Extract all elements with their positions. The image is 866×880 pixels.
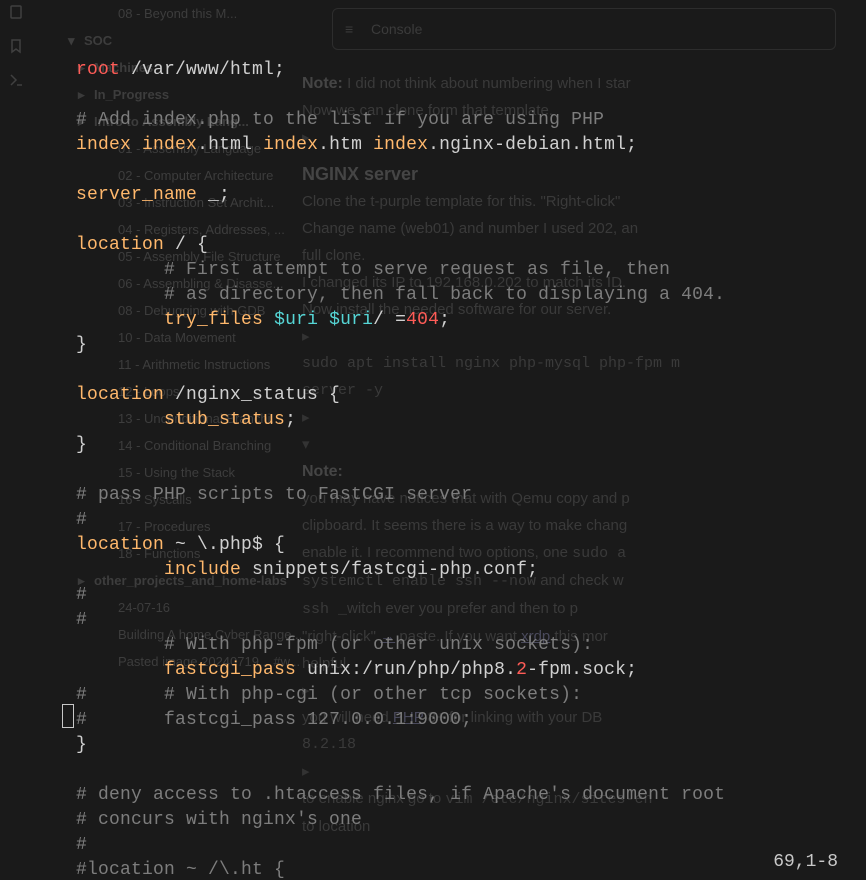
code-line: location ~ \.php$ { xyxy=(32,533,866,558)
code-line xyxy=(32,158,866,183)
code-line: try_files $uri $uri/ =404; xyxy=(32,308,866,333)
code-line: } xyxy=(32,333,866,358)
code-line xyxy=(32,758,866,783)
code-line: # xyxy=(32,608,866,633)
code-line xyxy=(32,208,866,233)
code-line: # xyxy=(32,508,866,533)
code-line: # xyxy=(32,833,866,858)
code-line: # First attempt to serve request as file… xyxy=(32,258,866,283)
terminal-vim-editor[interactable]: root /var/www/html; # Add index.php to t… xyxy=(0,0,866,880)
code-line: # concurs with nginx's one xyxy=(32,808,866,833)
code-line: include snippets/fastcgi-php.conf; xyxy=(32,558,866,583)
code-line: location / { xyxy=(32,233,866,258)
code-line: stub_status; xyxy=(32,408,866,433)
code-line: } xyxy=(32,733,866,758)
code-line: # as directory, then fall back to displa… xyxy=(32,283,866,308)
code-line: fastcgi_pass unix:/run/php/php8.2-fpm.so… xyxy=(32,658,866,683)
code-line: # # With php-cgi (or other tcp sockets): xyxy=(32,683,866,708)
code-line: root /var/www/html; xyxy=(32,58,866,83)
code-line: # xyxy=(32,583,866,608)
code-line: server_name _; xyxy=(32,183,866,208)
code-line: # With php-fpm (or other unix sockets): xyxy=(32,633,866,658)
code-line: # Add index.php to the list if you are u… xyxy=(32,108,866,133)
code-line xyxy=(32,358,866,383)
code-line: } xyxy=(32,433,866,458)
code-line: # deny access to .htaccess files, if Apa… xyxy=(32,783,866,808)
code-line xyxy=(32,83,866,108)
vim-cursor xyxy=(63,705,73,727)
vim-ruler-status: 69,1-8 xyxy=(773,852,838,872)
code-line: # pass PHP scripts to FastCGI server xyxy=(32,483,866,508)
code-line: location /nginx_status { xyxy=(32,383,866,408)
code-line: #location ~ /\.ht { xyxy=(32,858,866,880)
code-line: index index.html index.htm index.nginx-d… xyxy=(32,133,866,158)
code-line: # fastcgi_pass 127.0.0.1:9000; xyxy=(32,708,866,733)
code-line xyxy=(32,458,866,483)
